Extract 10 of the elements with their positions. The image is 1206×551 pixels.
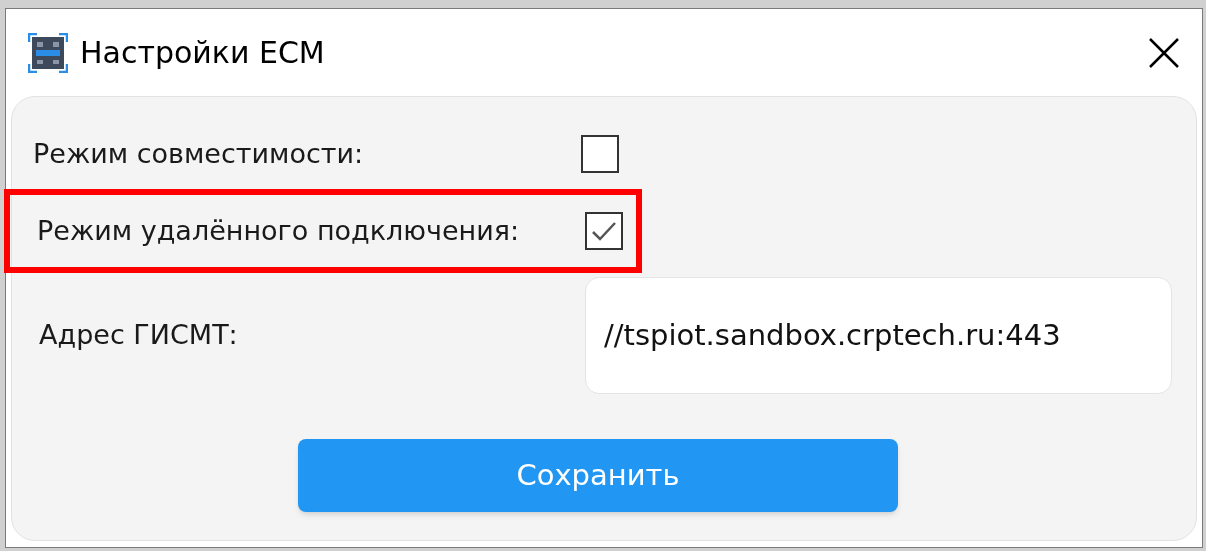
option-label: Режим совместимости: [33,136,365,171]
check-icon [591,220,617,242]
option-label: Режим удалённого подключения: [37,213,521,248]
checkbox[interactable] [581,135,619,173]
address-label: Адрес ГИСМТ: [39,318,239,353]
window-title: Настройки ECM [80,34,325,72]
app-icon [28,32,68,73]
address-field[interactable]: //tspiot.sandbox.crptech.ru:443 [585,277,1172,394]
close-icon[interactable] [1148,36,1180,69]
checkbox[interactable] [585,212,623,250]
